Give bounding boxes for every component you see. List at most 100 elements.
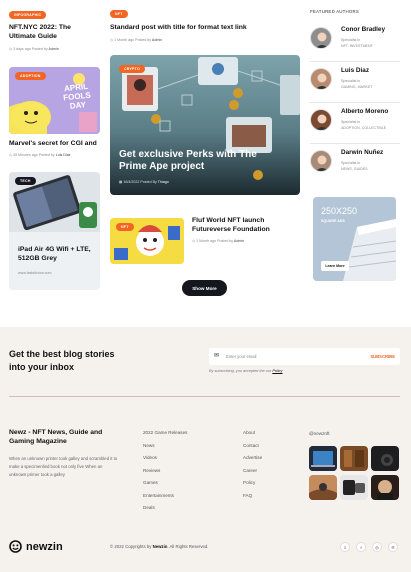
- avatar[interactable]: [310, 150, 332, 172]
- post-title[interactable]: Marvel's secret for CGI and: [9, 140, 100, 149]
- post-title[interactable]: Fluf World NFT launch Futureverse Founda…: [192, 217, 300, 234]
- author-item[interactable]: Conor Bradley Specialist in NFT, INVESTM…: [310, 24, 400, 56]
- author-divider: [310, 143, 400, 144]
- avatar-portrait: [315, 155, 329, 171]
- author-item[interactable]: Luis Diaz Specialist in GAMING, MARKET: [310, 65, 400, 97]
- product-url[interactable]: www.fastsitchon.com: [18, 271, 52, 276]
- author-role[interactable]: NEWS, GUIDES: [341, 167, 368, 172]
- ad-size: 250X250: [321, 206, 358, 216]
- policy-link[interactable]: Policy: [272, 369, 282, 373]
- author-role[interactable]: NFT, INVESTMENT: [341, 44, 373, 49]
- calendar-icon: ▦: [119, 180, 123, 184]
- instagram-photo-illustration: [340, 446, 368, 471]
- footer-link[interactable]: Reviews: [143, 468, 160, 473]
- tag-adoption[interactable]: ADOPTION: [15, 72, 46, 80]
- divider: [9, 396, 400, 397]
- email-input[interactable]: Enter your email: [226, 354, 257, 359]
- instagram-photo-5[interactable]: [340, 475, 368, 500]
- author-divider: [310, 102, 400, 103]
- footer-link[interactable]: 2022 Game Releases: [143, 430, 187, 435]
- product-title[interactable]: iPad Air 4G Wifi + LTE, 512GB Grey: [18, 246, 94, 263]
- clock-icon: ◷: [9, 47, 13, 51]
- author-role[interactable]: ADOPTION, COLLECTIBLE: [341, 126, 386, 131]
- subscribe-button[interactable]: SUBSCRIBE: [370, 354, 395, 359]
- featured-title[interactable]: Get exclusive Perks with The Prime Ape p…: [119, 149, 279, 173]
- author-item[interactable]: Darwin Nuñez Specialist in NEWS, GUIDES: [310, 147, 400, 179]
- footer-about-text: When an unknown printer took galley and …: [9, 456, 118, 477]
- footer-link[interactable]: Advertise: [243, 455, 262, 460]
- square-ad[interactable]: 250X250 SQUARE ADS Learn More: [313, 197, 396, 281]
- post-title[interactable]: Standard post with title for format text…: [110, 24, 300, 33]
- author-role-label: Specialist in: [341, 120, 361, 124]
- logo-text: newzin: [26, 540, 63, 553]
- featured-post-card[interactable]: Get exclusive Perks with The Prime Ape p…: [110, 55, 300, 195]
- footer-link[interactable]: Career: [243, 468, 257, 473]
- instagram-photo-6[interactable]: [371, 475, 399, 500]
- author-name[interactable]: Alberto Moreno: [341, 108, 388, 115]
- pinterest-icon[interactable]: ℗: [388, 542, 398, 552]
- footer-link[interactable]: Policy: [243, 480, 255, 485]
- learn-more-button[interactable]: Learn More: [321, 261, 349, 271]
- footer-link[interactable]: Videos: [143, 455, 157, 460]
- avatar[interactable]: [310, 68, 332, 90]
- newsletter-title: Get the best blog stories into your inbo…: [9, 349, 115, 372]
- author-role-label: Specialist in: [341, 38, 361, 42]
- tag-nft[interactable]: NFT: [116, 223, 134, 231]
- footer-link[interactable]: News: [143, 443, 155, 448]
- footer-about-title: Newz - NFT News, Guide and Gaming Magazi…: [9, 429, 103, 445]
- avatar-portrait: [315, 73, 329, 89]
- ad-label: SQUARE ADS: [321, 219, 345, 223]
- instagram-photo-illustration: [340, 475, 368, 500]
- footer-link[interactable]: Entertainments: [143, 493, 174, 498]
- twitter-icon[interactable]: 𝕥: [340, 542, 350, 552]
- clock-icon: ◷: [9, 153, 13, 157]
- footer-link[interactable]: FAQ: [243, 493, 252, 498]
- avatar[interactable]: [310, 27, 332, 49]
- footer-link[interactable]: Contact: [243, 443, 259, 448]
- post-meta: ◷ 35 Minutes ago Posted by Luis Diaz: [9, 153, 71, 157]
- logo-icon: [9, 540, 22, 553]
- instagram-photo-illustration: [371, 475, 399, 500]
- author-name[interactable]: Luis Diaz: [341, 67, 369, 74]
- post-meta: ◷ 1 Month ago Posted by Admin: [192, 239, 245, 243]
- show-more-button[interactable]: Show More: [182, 280, 227, 296]
- newsletter-form[interactable]: ✉ Enter your email SUBSCRIBE: [209, 348, 400, 365]
- author-name[interactable]: Darwin Nuñez: [341, 149, 383, 156]
- tag-tech[interactable]: TECH: [15, 177, 36, 185]
- tag-nft[interactable]: NFT: [110, 10, 128, 18]
- author-name[interactable]: Conor Bradley: [341, 26, 385, 33]
- instagram-handle[interactable]: @newznft: [309, 431, 330, 436]
- instagram-icon[interactable]: ◎: [372, 542, 382, 552]
- footer-link[interactable]: About: [243, 430, 255, 435]
- author-role-label: Specialist in: [341, 79, 361, 83]
- instagram-photo-illustration: [371, 446, 399, 471]
- featured-illustration: [110, 55, 300, 195]
- product-card[interactable]: iPad Air 4G Wifi + LTE, 512GB Grey www.f…: [9, 172, 100, 290]
- clock-icon: ◷: [110, 38, 114, 42]
- instagram-photo-2[interactable]: [340, 446, 368, 471]
- footer-link[interactable]: Games: [143, 480, 158, 485]
- author-divider: [310, 61, 400, 62]
- tag-crypto[interactable]: CRYPTO: [119, 65, 145, 73]
- copyright-brand[interactable]: Newzin: [153, 544, 168, 549]
- instagram-photo-4[interactable]: [309, 475, 337, 500]
- avatar-portrait: [315, 114, 329, 130]
- author-item[interactable]: Alberto Moreno Specialist in ADOPTION, C…: [310, 106, 400, 138]
- instagram-photo-1[interactable]: [309, 446, 337, 471]
- footer-link[interactable]: Deals: [143, 505, 155, 510]
- facebook-icon[interactable]: f: [356, 542, 366, 552]
- email-icon: ✉: [214, 353, 220, 359]
- author-role[interactable]: GAMING, MARKET: [341, 85, 373, 90]
- author-role-label: Specialist in: [341, 161, 361, 165]
- post-title[interactable]: NFT.NYC 2022: The Ultimate Guide: [9, 24, 93, 41]
- tag-infographic[interactable]: INFOGRAPHIC: [9, 11, 47, 19]
- clock-icon: ◷: [192, 239, 196, 243]
- instagram-photo-3[interactable]: [371, 446, 399, 471]
- instagram-photo-illustration: [309, 475, 337, 500]
- featured-meta: ▦ 18/4/2022 Posted By Thiago: [119, 180, 169, 184]
- footer-logo[interactable]: newzin: [9, 540, 63, 553]
- avatar-portrait: [315, 32, 329, 48]
- newsletter-note: By subscribing, you accepted the our Pol…: [209, 369, 283, 373]
- avatar[interactable]: [310, 109, 332, 131]
- post-meta: ◷ 1 Month ago Posted by Admin: [110, 38, 163, 42]
